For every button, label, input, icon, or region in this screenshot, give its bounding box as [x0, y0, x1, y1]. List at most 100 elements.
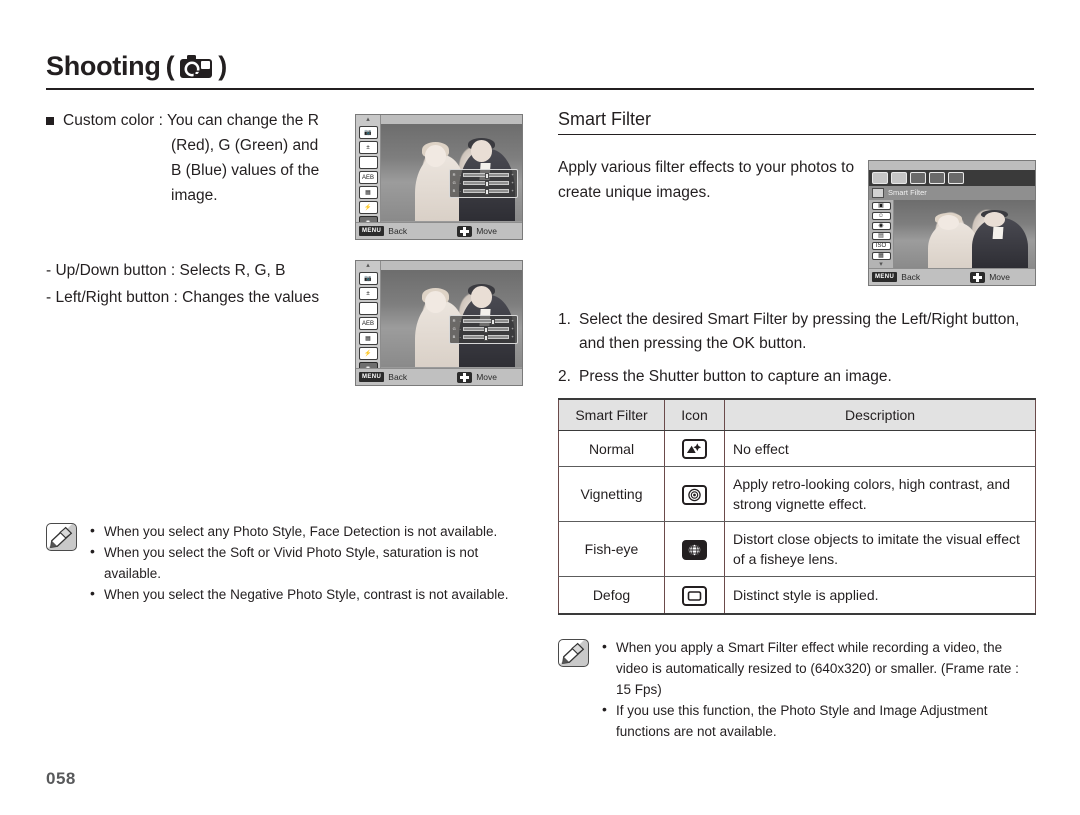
- column-header-smart-filter: Smart Filter: [558, 398, 665, 431]
- smart-filter-screen: Smart Filter ▣ ☺ ◉ ▤ ISO ▦ ▾ MENU Back M…: [868, 160, 1036, 286]
- normal-filter-icon[interactable]: [872, 172, 888, 184]
- rgb-track-r[interactable]: [463, 319, 510, 326]
- column-header-description: Description: [724, 398, 1036, 431]
- rgb-track-g[interactable]: [463, 327, 510, 334]
- rgb-label-g: G: [452, 326, 456, 332]
- rgb-knob-g[interactable]: [484, 327, 489, 334]
- camera-fn-icon: Fn Fn: [179, 53, 213, 81]
- right-column: Smart Filter Apply various filter effect…: [558, 108, 1036, 742]
- step-item: 2. Press the Shutter button to capture a…: [558, 365, 1036, 389]
- rgb-plus-g: +: [511, 326, 514, 332]
- step-text: Select the desired Smart Filter by press…: [579, 311, 1020, 352]
- image-quality-icon: ▣: [871, 202, 891, 210]
- smart-filter-menu-label: Smart Filter: [888, 188, 927, 198]
- rgb-slider-row: G - +: [452, 326, 514, 334]
- move-label: Move: [476, 225, 497, 236]
- rgb-track-r[interactable]: [463, 173, 510, 180]
- rgb-minus-b: -: [459, 333, 462, 339]
- filter-description: No effect: [724, 430, 1036, 468]
- frame-filter-icon[interactable]: [948, 172, 964, 184]
- dpad-icon[interactable]: [457, 225, 473, 237]
- right-note-box: When you apply a Smart Filter effect whi…: [558, 636, 1036, 742]
- vignetting-filter-icon: [682, 484, 707, 505]
- rgb-plus-r: +: [511, 172, 514, 178]
- rgb-knob-r[interactable]: [490, 319, 495, 326]
- menu-button-chip[interactable]: MENU: [872, 272, 898, 282]
- intro-text: Apply various filter effects to your pho…: [558, 159, 855, 201]
- rgb-minus-r: -: [459, 318, 462, 324]
- rgb-slider-row: R - +: [453, 318, 514, 326]
- square-bullet-icon: [46, 117, 54, 125]
- white-balance-icon: [358, 302, 378, 315]
- page-header: Shooting ( Fn Fn ): [46, 48, 1034, 90]
- note-item: When you select the Soft or Vivid Photo …: [90, 541, 536, 584]
- dpad-icon[interactable]: [970, 271, 986, 283]
- ev-icon: ±: [358, 287, 378, 300]
- move-label: Move: [989, 271, 1010, 282]
- rgb-track-b[interactable]: [463, 188, 510, 195]
- step-number: 2.: [558, 368, 571, 385]
- header-divider: [46, 88, 1034, 90]
- bride-head: [937, 214, 959, 230]
- filter-description: Apply retro-looking colors, high contras…: [724, 466, 1036, 523]
- note-pen-icon: [558, 638, 589, 667]
- rgb-slider-row: B - +: [453, 333, 514, 341]
- note-item: If you use this function, the Photo Styl…: [602, 699, 1036, 742]
- step-number: 1.: [558, 311, 571, 328]
- paren-open: (: [165, 50, 175, 81]
- flash-icon: ⚡: [358, 201, 378, 214]
- rgb-track-b[interactable]: [463, 334, 510, 341]
- filter-name: Vignetting: [558, 466, 665, 523]
- note-list: When you apply a Smart Filter effect whi…: [602, 636, 1036, 742]
- filter-description: Distort close objects to imitate the vis…: [724, 521, 1036, 578]
- preview-photo: [894, 200, 1035, 268]
- note-item: When you select the Negative Photo Style…: [90, 583, 536, 605]
- rgb-knob-g[interactable]: [485, 181, 490, 188]
- custom-color-screen-2: ▴ 📷 ± AEB ▦ ⚡ ◉ ▾ R - +: [355, 260, 523, 386]
- step-text: Press the Shutter button to capture an i…: [579, 368, 892, 385]
- dpad-icon[interactable]: [457, 371, 473, 383]
- filter-icon-cell: [664, 466, 725, 523]
- menu-button-chip[interactable]: MENU: [359, 372, 385, 382]
- back-label: Back: [388, 225, 408, 236]
- grid-icon: ▦: [358, 186, 378, 199]
- grid-icon: ▦: [871, 252, 891, 260]
- rgb-slider-row: B - +: [453, 188, 514, 195]
- rgb-knob-r[interactable]: [485, 173, 490, 180]
- fisheye-filter-icon[interactable]: [910, 172, 926, 184]
- steps-list: 1. Select the desired Smart Filter by pr…: [558, 308, 1036, 389]
- page-number: 058: [46, 769, 76, 788]
- filter-name: Normal: [558, 430, 665, 468]
- filter-icon-cell: [664, 521, 725, 578]
- rgb-slider-panel[interactable]: R - + G - + B - +: [448, 314, 518, 344]
- scroll-up-icon: ▴: [366, 262, 370, 269]
- back-label: Back: [901, 271, 921, 282]
- lcd-bottom-bar: MENU Back Move: [356, 222, 522, 239]
- aeb-icon: AEB: [358, 171, 378, 184]
- vignetting-filter-icon[interactable]: [891, 172, 907, 184]
- lcd-sidebar: ▴ 📷 ± AEB ▦ ⚡ ◉ ▾: [356, 261, 381, 385]
- rgb-knob-b[interactable]: [484, 334, 489, 341]
- white-balance-icon: [358, 156, 378, 169]
- camera-icon: 📷: [358, 272, 378, 285]
- filter-icon-row: [869, 170, 1035, 186]
- page-title-text: Shooting: [46, 50, 161, 81]
- menu-button-chip[interactable]: MENU: [359, 226, 385, 236]
- groom-shirt: [992, 227, 1003, 240]
- rgb-track-g[interactable]: [463, 181, 510, 188]
- rgb-knob-b[interactable]: [485, 188, 490, 195]
- face-detection-icon: ☺: [871, 212, 891, 220]
- defog-filter-icon: [682, 585, 707, 606]
- table-row: Normal No effect: [558, 430, 1036, 468]
- photo-style-icon: ◉: [871, 222, 891, 230]
- image-adjust-icon: ▤: [871, 232, 891, 240]
- defog-filter-icon[interactable]: [929, 172, 945, 184]
- rgb-slider-row: G - +: [453, 180, 514, 188]
- table-header-row: Smart Filter Icon Description: [558, 398, 1036, 431]
- rgb-slider-row: R - +: [453, 172, 514, 180]
- rgb-slider-panel[interactable]: R - + G - + B - +: [448, 168, 518, 198]
- note-list: When you select any Photo Style, Face De…: [90, 520, 536, 605]
- menu-name-bar: Smart Filter: [869, 186, 1035, 200]
- scroll-up-icon: ▴: [366, 116, 370, 123]
- table-row: Vignetting Apply retro-looking colors, h…: [558, 466, 1036, 523]
